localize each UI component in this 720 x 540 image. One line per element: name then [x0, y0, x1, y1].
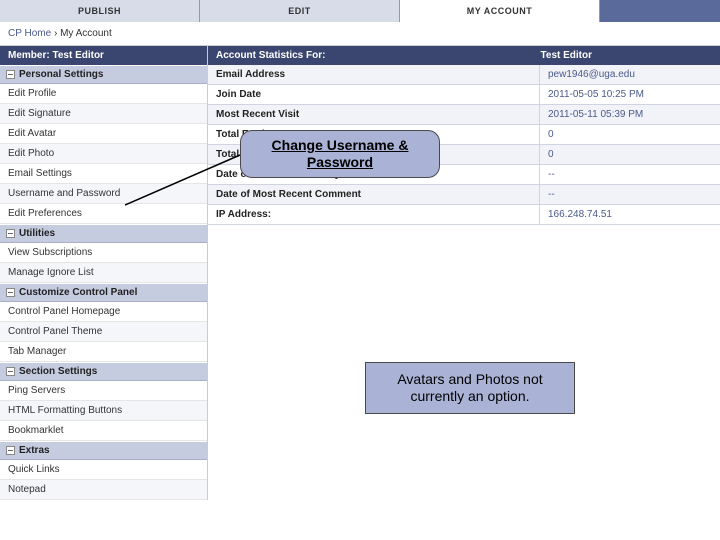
collapse-icon[interactable] — [6, 229, 15, 238]
stat-value: pew1946@uga.edu — [540, 65, 720, 84]
stat-value: 2011-05-11 05:39 PM — [540, 105, 720, 124]
breadcrumb-current: My Account — [60, 28, 112, 39]
stat-value: 166.248.74.51 — [540, 205, 720, 224]
sidebar-item-manage-ignore-list[interactable]: Manage Ignore List — [0, 263, 207, 283]
member-name: Test Editor — [52, 50, 103, 61]
top-tabs: PUBLISH EDIT MY ACCOUNT — [0, 0, 720, 22]
section-title: Extras — [19, 445, 50, 456]
sidebar-item-tab-manager[interactable]: Tab Manager — [0, 342, 207, 362]
section-section-settings[interactable]: Section Settings — [0, 362, 207, 381]
sidebar-item-edit-signature[interactable]: Edit Signature — [0, 104, 207, 124]
collapse-icon[interactable] — [6, 70, 15, 79]
stat-value: 2011-05-05 10:25 PM — [540, 85, 720, 104]
section-extras[interactable]: Extras — [0, 441, 207, 460]
sidebar-item-cp-theme[interactable]: Control Panel Theme — [0, 322, 207, 342]
tab-edit[interactable]: EDIT — [200, 0, 400, 22]
collapse-icon[interactable] — [6, 288, 15, 297]
stats-header-label: Account Statistics For: — [216, 50, 541, 61]
breadcrumb-sep: › — [54, 28, 57, 39]
pointer-line-icon — [125, 150, 245, 210]
tab-my-account[interactable]: MY ACCOUNT — [400, 0, 600, 22]
stat-row-join-date: Join Date 2011-05-05 10:25 PM — [208, 85, 720, 105]
stats-header: Account Statistics For: Test Editor — [208, 46, 720, 65]
sidebar-item-edit-profile[interactable]: Edit Profile — [0, 84, 207, 104]
stat-label: Join Date — [208, 85, 540, 104]
member-header: Member: Test Editor — [0, 46, 207, 65]
sidebar-item-view-subscriptions[interactable]: View Subscriptions — [0, 243, 207, 263]
breadcrumb-home[interactable]: CP Home — [8, 28, 51, 39]
callout-avatars-photos: Avatars and Photos not currently an opti… — [365, 362, 575, 414]
section-customize-cp[interactable]: Customize Control Panel — [0, 283, 207, 302]
stat-row-recent-visit: Most Recent Visit 2011-05-11 05:39 PM — [208, 105, 720, 125]
stat-label: IP Address: — [208, 205, 540, 224]
main-content: Account Statistics For: Test Editor Emai… — [208, 46, 720, 500]
section-title: Customize Control Panel — [19, 287, 137, 298]
sidebar-item-notepad[interactable]: Notepad — [0, 480, 207, 500]
stat-row-ip: IP Address: 166.248.74.51 — [208, 205, 720, 225]
stat-row-email: Email Address pew1946@uga.edu — [208, 65, 720, 85]
tab-spacer — [600, 0, 720, 22]
sidebar-item-ping-servers[interactable]: Ping Servers — [0, 381, 207, 401]
section-title: Section Settings — [19, 366, 97, 377]
collapse-icon[interactable] — [6, 367, 15, 376]
section-utilities[interactable]: Utilities — [0, 224, 207, 243]
sidebar-item-edit-avatar[interactable]: Edit Avatar — [0, 124, 207, 144]
stat-value: 0 — [540, 145, 720, 164]
stats-header-name: Test Editor — [541, 50, 592, 61]
tab-publish[interactable]: PUBLISH — [0, 0, 200, 22]
stat-row-recent-comment: Date of Most Recent Comment -- — [208, 185, 720, 205]
stat-value: -- — [540, 165, 720, 184]
collapse-icon[interactable] — [6, 446, 15, 455]
sidebar-item-quick-links[interactable]: Quick Links — [0, 460, 207, 480]
sidebar-item-html-buttons[interactable]: HTML Formatting Buttons — [0, 401, 207, 421]
stat-value: -- — [540, 185, 720, 204]
section-personal-settings[interactable]: Personal Settings — [0, 65, 207, 84]
stat-value: 0 — [540, 125, 720, 144]
sidebar-item-bookmarklet[interactable]: Bookmarklet — [0, 421, 207, 441]
member-label: Member: — [8, 50, 50, 61]
sidebar-item-cp-homepage[interactable]: Control Panel Homepage — [0, 302, 207, 322]
breadcrumb: CP Home › My Account — [0, 22, 720, 46]
stat-label: Date of Most Recent Comment — [208, 185, 540, 204]
sidebar: Member: Test Editor Personal Settings Ed… — [0, 46, 208, 500]
stat-label: Most Recent Visit — [208, 105, 540, 124]
stat-label: Email Address — [208, 65, 540, 84]
section-title: Personal Settings — [19, 69, 103, 80]
section-title: Utilities — [19, 228, 55, 239]
callout-change-password: Change Username & Password — [240, 130, 440, 178]
